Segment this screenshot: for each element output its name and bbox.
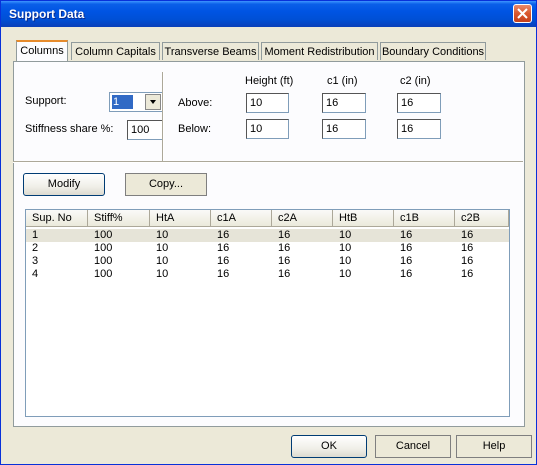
above-height-input[interactable]: 10	[246, 93, 289, 113]
table-cell: 10	[156, 242, 169, 254]
stiffness-share-label: Stiffness share %:	[25, 123, 114, 135]
support-selected-value: 1	[112, 95, 133, 109]
table-cell: 16	[278, 242, 291, 254]
below-label: Below:	[178, 123, 212, 135]
table-cell: 10	[339, 255, 352, 267]
table-cell: 16	[400, 229, 413, 241]
panel-divider-vertical	[162, 72, 164, 162]
table-cell: 16	[400, 242, 413, 254]
below-c1-input[interactable]: 16	[322, 119, 366, 139]
table-row[interactable]: 1 100 10 16 16 10 16 16	[26, 229, 509, 242]
below-c2-input[interactable]: 16	[397, 119, 441, 139]
table-cell: 4	[32, 268, 39, 280]
tab-moment-redistribution[interactable]: Moment Redistribution	[261, 42, 378, 60]
table-cell: 16	[400, 268, 413, 280]
tab-boundary-conditions[interactable]: Boundary Conditions	[380, 42, 486, 60]
table-cell: 16	[278, 268, 291, 280]
above-c1-input[interactable]: 16	[322, 93, 366, 113]
ok-button[interactable]: OK	[291, 435, 367, 458]
table-cell: 10	[156, 229, 169, 241]
above-c2-input[interactable]: 16	[397, 93, 441, 113]
table-cell: 10	[156, 255, 169, 267]
table-cell: 16	[217, 242, 230, 254]
panel-divider-horizontal	[13, 161, 523, 163]
table-row[interactable]: 4 100 10 16 16 10 16 16	[26, 268, 509, 281]
table-cell: 100	[94, 268, 113, 280]
table-cell: 16	[217, 268, 230, 280]
columns-panel: Support: 1 Stiffness share %: 100 Height…	[13, 61, 525, 427]
tab-columns[interactable]: Columns	[16, 40, 68, 61]
tab-transverse-beams[interactable]: Transverse Beams	[162, 42, 259, 60]
table-cell: 16	[461, 255, 474, 267]
window-title: Support Data	[9, 7, 85, 21]
table-cell: 2	[32, 242, 39, 254]
col-header-htb[interactable]: HtB	[333, 210, 394, 227]
c1-header: c1 (in)	[327, 75, 358, 87]
table-row[interactable]: 2 100 10 16 16 10 16 16	[26, 242, 509, 255]
table-cell: 100	[94, 242, 113, 254]
support-label: Support:	[25, 95, 67, 107]
chevron-down-icon[interactable]	[145, 94, 161, 110]
cancel-button[interactable]: Cancel	[375, 435, 451, 458]
table-cell: 16	[461, 268, 474, 280]
stiffness-share-input[interactable]: 100	[127, 120, 163, 140]
close-button[interactable]	[513, 4, 532, 23]
table-cell: 100	[94, 229, 113, 241]
table-cell: 10	[339, 268, 352, 280]
tab-column-capitals[interactable]: Column Capitals	[71, 42, 160, 60]
table-header: Sup. No Stiff% HtA c1A c2A HtB c1B c2B	[26, 210, 509, 227]
col-header-c1a[interactable]: c1A	[211, 210, 272, 227]
col-header-hta[interactable]: HtA	[150, 210, 211, 227]
table-cell: 16	[278, 255, 291, 267]
table-cell: 16	[461, 242, 474, 254]
below-height-input[interactable]: 10	[246, 119, 289, 139]
table-cell: 16	[217, 229, 230, 241]
supports-table[interactable]: Sup. No Stiff% HtA c1A c2A HtB c1B c2B 1…	[25, 209, 510, 417]
copy-button[interactable]: Copy...	[125, 173, 207, 196]
table-cell: 10	[156, 268, 169, 280]
table-cell: 100	[94, 255, 113, 267]
table-cell: 16	[278, 229, 291, 241]
c2-header: c2 (in)	[400, 75, 431, 87]
support-data-dialog: Support Data Columns Column Capitals Tra…	[0, 0, 537, 465]
col-header-c2b[interactable]: c2B	[455, 210, 509, 227]
table-cell: 3	[32, 255, 39, 267]
col-header-c1b[interactable]: c1B	[394, 210, 455, 227]
height-header: Height (ft)	[245, 75, 294, 87]
modify-button[interactable]: Modify	[23, 173, 105, 196]
table-cell: 16	[400, 255, 413, 267]
table-row[interactable]: 3 100 10 16 16 10 16 16	[26, 255, 509, 268]
support-select[interactable]: 1	[109, 92, 163, 112]
title-bar[interactable]: Support Data	[1, 1, 536, 27]
table-cell: 10	[339, 229, 352, 241]
above-label: Above:	[178, 97, 213, 109]
col-header-sup-no[interactable]: Sup. No	[26, 210, 88, 227]
table-cell: 16	[217, 255, 230, 267]
table-cell: 16	[461, 229, 474, 241]
table-cell: 10	[339, 242, 352, 254]
col-header-c2a[interactable]: c2A	[272, 210, 333, 227]
col-header-stiff[interactable]: Stiff%	[88, 210, 150, 227]
help-button[interactable]: Help	[456, 435, 532, 458]
table-cell: 1	[32, 229, 39, 241]
close-icon	[517, 8, 528, 19]
